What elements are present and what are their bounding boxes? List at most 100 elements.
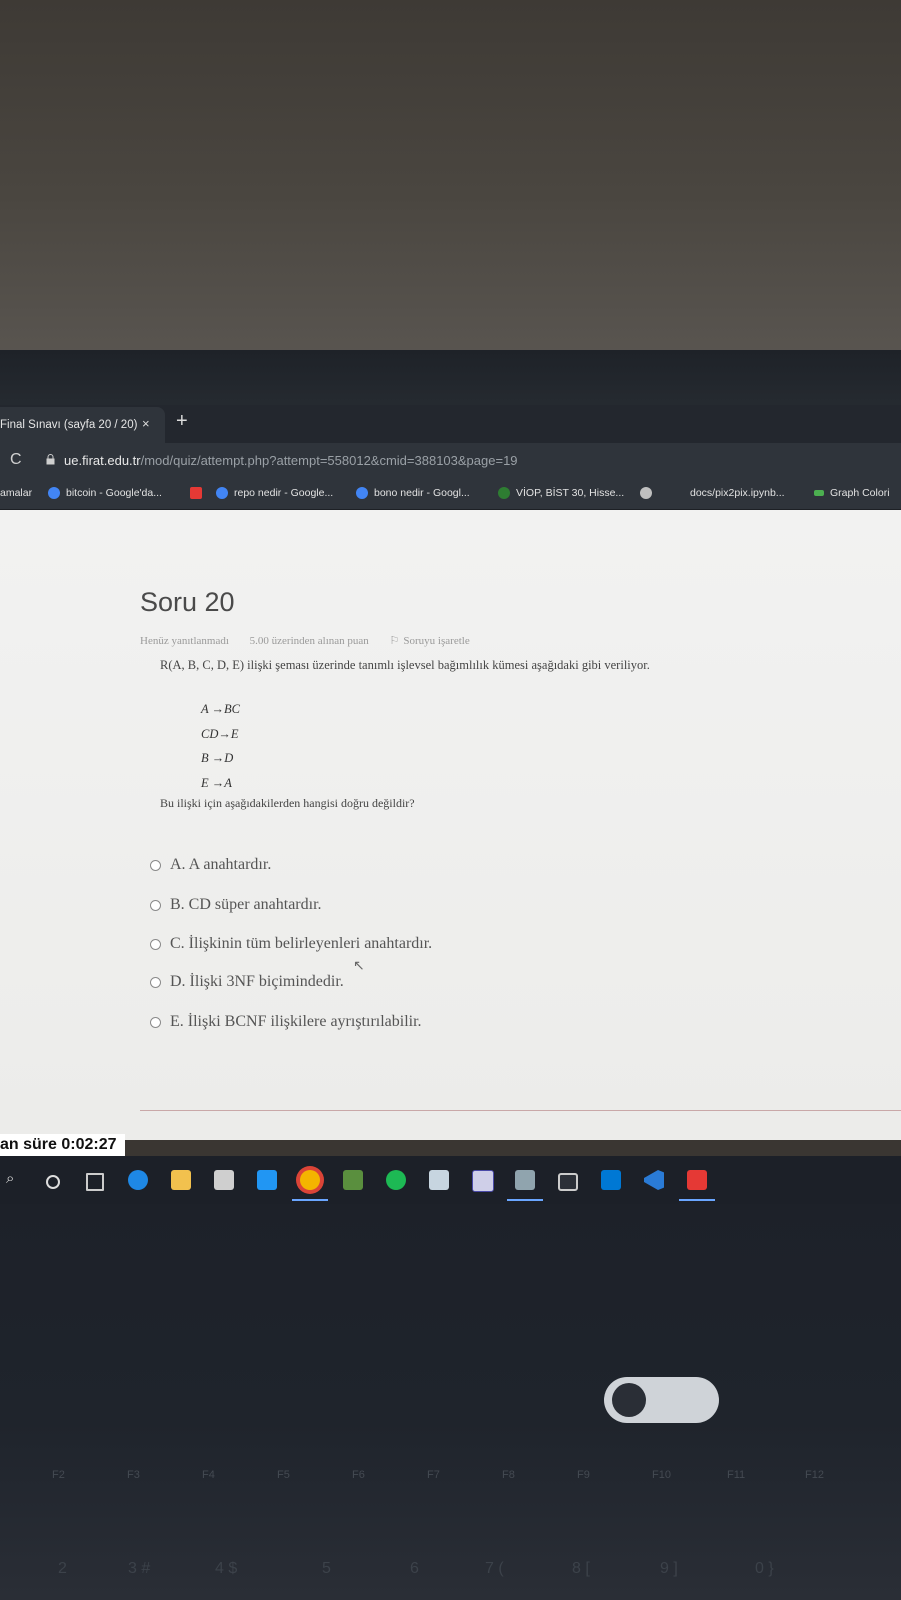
spotify-icon[interactable] xyxy=(386,1170,406,1190)
timer-value: 0:02:27 xyxy=(61,1136,117,1153)
bookmark-graph[interactable]: Graph Colori xyxy=(814,487,890,499)
question-points: 5.00 üzerinden alınan puan xyxy=(249,635,369,647)
key-2: 2 xyxy=(58,1560,67,1577)
bookmark-apps[interactable]: amalar xyxy=(0,487,32,499)
address-bar: C ue.firat.edu.tr/mod/quiz/attempt.php?a… xyxy=(0,443,901,479)
google-icon xyxy=(48,487,60,499)
key-f7: F7 xyxy=(427,1469,440,1481)
dependency-list: A →BC CD→E B →D E →A xyxy=(201,697,240,795)
dependency-item: CD→E xyxy=(201,726,239,741)
key-4: 4 $ xyxy=(215,1560,238,1577)
option-d[interactable]: D. İlişki 3NF biçimindedir. xyxy=(150,973,344,991)
question-text: R(A, B, C, D, E) ilişki şeması üzerinde … xyxy=(160,658,650,672)
key-7: 7 ( xyxy=(485,1560,504,1577)
key-f8: F8 xyxy=(502,1469,515,1481)
radio-button[interactable] xyxy=(150,939,161,950)
dependency-item: A →BC xyxy=(201,702,241,716)
option-label: E. İlişki BCNF ilişkilere ayrıştırılabil… xyxy=(170,1013,422,1030)
bookmark-label: repo nedir - Google... xyxy=(234,487,334,499)
key-f3: F3 xyxy=(127,1469,140,1481)
mail-icon[interactable] xyxy=(257,1170,277,1190)
tab-quiz[interactable]: Final Sınavı (sayfa 20 / 20) × xyxy=(0,407,165,443)
option-b[interactable]: B. CD süper anahtardır. xyxy=(150,896,322,914)
question-prompt: Bu ilişki için aşağıdakilerden hangisi d… xyxy=(160,796,415,810)
option-a[interactable]: A. A anahtardır. xyxy=(150,856,271,874)
cortana-icon[interactable] xyxy=(46,1175,60,1189)
nvidia-icon[interactable] xyxy=(343,1170,363,1190)
quiz-timer: an süre 0:02:27 xyxy=(0,1134,125,1156)
divider xyxy=(140,1110,901,1111)
dependency-item: E →A xyxy=(201,775,232,790)
power-button-icon xyxy=(612,1383,646,1417)
store-icon[interactable] xyxy=(214,1170,234,1190)
question-title: Soru 20 xyxy=(140,587,235,617)
background-wall xyxy=(0,0,901,355)
flag-question-link[interactable]: ⚐ Soruyu işaretle xyxy=(390,635,488,647)
new-tab-button[interactable]: + xyxy=(176,411,188,431)
question-info: Henüz yanıtlanmadı 5.00 üzerinden alınan… xyxy=(140,634,506,647)
google-icon xyxy=(356,487,368,499)
search-icon[interactable]: ⌕ xyxy=(6,1170,14,1190)
discord-icon[interactable] xyxy=(515,1170,535,1190)
bookmark-label: docs/pix2pix.ipynb... xyxy=(690,487,785,499)
key-f11: F11 xyxy=(727,1469,746,1481)
option-c[interactable]: C. İlişkinin tüm belirleyenleri anahtard… xyxy=(150,935,432,953)
mouse-cursor-icon: ↖ xyxy=(353,957,365,973)
bookmark-viop[interactable]: VİOP, BİST 30, Hisse... xyxy=(498,487,624,499)
bookmark-label: VİOP, BİST 30, Hisse... xyxy=(516,487,625,499)
pdf-reader-icon[interactable] xyxy=(687,1170,707,1190)
key-3: 3 # xyxy=(128,1560,151,1577)
reload-icon[interactable]: C xyxy=(10,451,22,469)
radio-button[interactable] xyxy=(150,977,161,988)
active-app-indicator xyxy=(507,1199,543,1201)
app-icon[interactable] xyxy=(472,1170,494,1192)
chrome-icon[interactable] xyxy=(300,1170,320,1190)
radio-button[interactable] xyxy=(150,1017,161,1028)
tab-strip: Final Sınavı (sayfa 20 / 20) × xyxy=(0,405,901,443)
url-field[interactable]: ue.firat.edu.tr/mod/quiz/attempt.php?att… xyxy=(64,453,518,468)
bookmark-label: bono nedir - Googl... xyxy=(374,487,470,499)
investing-icon xyxy=(498,487,510,499)
lock-icon xyxy=(46,454,55,465)
key-6: 6 xyxy=(410,1560,419,1577)
geeks-icon xyxy=(814,490,824,496)
bookmark-repo[interactable]: repo nedir - Google... xyxy=(216,487,333,499)
bookmark-bono[interactable]: bono nedir - Googl... xyxy=(356,487,470,499)
key-9: 9 ] xyxy=(660,1560,678,1577)
bookmark-youtube-icon-slot[interactable] xyxy=(190,487,208,499)
option-e[interactable]: E. İlişki BCNF ilişkilere ayrıştırılabil… xyxy=(150,1013,422,1031)
fingerprint-sensor xyxy=(604,1377,719,1423)
key-f9: F9 xyxy=(577,1469,590,1481)
bookmark-docs[interactable]: docs/pix2pix.ipynb... xyxy=(690,487,785,499)
key-0: 0 } xyxy=(755,1560,774,1577)
radio-button[interactable] xyxy=(150,900,161,911)
terminal-icon[interactable] xyxy=(558,1173,578,1191)
radio-button[interactable] xyxy=(150,860,161,871)
flag-label: Soruyu işaretle xyxy=(403,635,470,647)
youtube-icon xyxy=(190,487,202,499)
bookmark-bitcoin[interactable]: bitcoin - Google'da... xyxy=(48,487,162,499)
task-view-icon[interactable] xyxy=(86,1173,104,1191)
question-status: Henüz yanıtlanmadı xyxy=(140,635,229,647)
timer-label: an süre xyxy=(0,1136,57,1153)
url-host: ue.firat.edu.tr xyxy=(64,453,141,468)
option-label: C. İlişkinin tüm belirleyenleri anahtard… xyxy=(170,935,433,952)
active-app-indicator xyxy=(292,1199,328,1201)
powershell-icon[interactable] xyxy=(601,1170,621,1190)
quiz-page: Soru 20 Henüz yanıtlanmadı 5.00 üzerinde… xyxy=(0,510,901,1140)
key-8: 8 [ xyxy=(572,1560,590,1577)
edge-icon[interactable] xyxy=(128,1170,148,1190)
file-explorer-icon[interactable] xyxy=(171,1170,191,1190)
option-label: D. İlişki 3NF biçimindedir. xyxy=(170,973,344,990)
vscode-icon[interactable] xyxy=(644,1170,664,1190)
key-f10: F10 xyxy=(652,1469,671,1481)
bookmark-label: bitcoin - Google'da... xyxy=(66,487,162,499)
bookmark-colab-icon-slot[interactable] xyxy=(640,487,658,499)
windows-taskbar: ⌕ xyxy=(0,1156,901,1204)
flag-icon: ⚐ xyxy=(389,635,400,647)
option-label: B. CD süper anahtardır. xyxy=(170,896,322,913)
url-path: /mod/quiz/attempt.php?attempt=558012&cmi… xyxy=(140,453,518,468)
option-label: A. A anahtardır. xyxy=(170,856,272,873)
steam-icon[interactable] xyxy=(429,1170,449,1190)
tab-close-icon[interactable]: × xyxy=(142,416,150,431)
